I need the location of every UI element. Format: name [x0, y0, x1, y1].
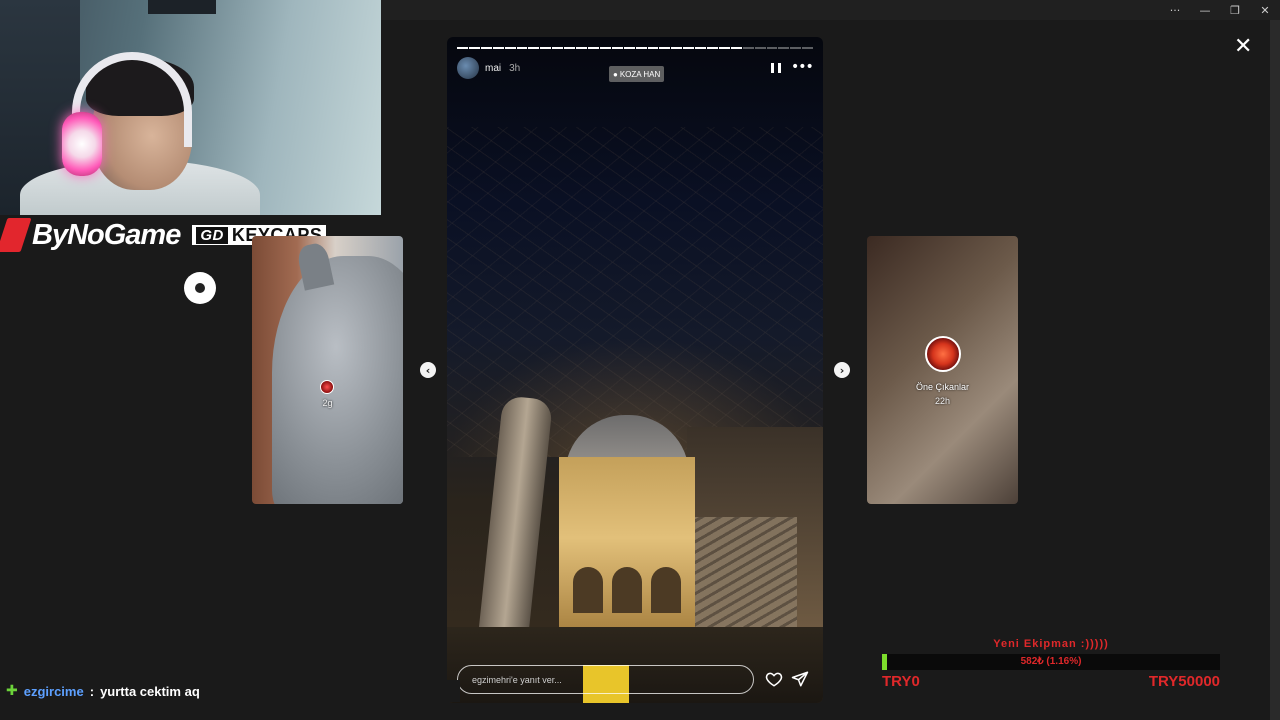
next-story-time: 22h	[934, 396, 951, 406]
chat-message: ✚ ezgircime : yurtta cektim aq	[0, 680, 460, 702]
bynogame-logo: ByNoGame	[0, 218, 181, 252]
bynogame-logo-text: ByNoGame	[32, 218, 181, 251]
progress-segment	[528, 47, 540, 49]
progress-segment	[492, 47, 504, 49]
progress-segment	[647, 47, 659, 49]
progress-segment	[480, 47, 492, 49]
story-header: mai 3h	[457, 57, 520, 79]
webcam-poster	[148, 0, 216, 14]
progress-segment	[754, 47, 766, 49]
progress-segment	[576, 47, 587, 49]
progress-segment	[552, 47, 564, 49]
record-dot-icon	[195, 283, 205, 293]
story-avatar[interactable]	[457, 57, 479, 79]
chevron-right-icon[interactable]: ›	[834, 362, 850, 378]
close-icon[interactable]: ✕	[1234, 34, 1252, 59]
story-time: 3h	[509, 62, 521, 74]
chat-separator: :	[89, 683, 95, 699]
progress-segment	[766, 47, 778, 49]
location-pin-icon: ●	[613, 69, 618, 79]
progress-segment	[659, 47, 671, 49]
progress-segment	[742, 47, 754, 49]
webcam-feed	[0, 0, 381, 215]
progress-segment	[504, 47, 516, 49]
goal-range: TRY0 TRY50000	[882, 673, 1220, 690]
progress-segment	[635, 47, 647, 49]
small-mosque	[559, 457, 695, 637]
chat-badge-icon: ✚	[6, 683, 18, 699]
minimize-button[interactable]: —	[1190, 0, 1220, 20]
overlay-circle-badge	[184, 272, 216, 304]
prev-story-time: 2g	[322, 398, 333, 408]
progress-segment	[516, 47, 528, 49]
progress-segment	[683, 47, 695, 49]
arch	[651, 567, 681, 613]
chat-text: yurtta cektim aq	[100, 683, 200, 699]
chat-username: ezgircime	[23, 683, 84, 699]
progress-segment	[730, 47, 742, 49]
more-icon[interactable]: •••	[791, 59, 814, 75]
progress-segment	[695, 47, 707, 49]
keycaps-logo-mark: GD	[196, 226, 228, 244]
progress-segment	[790, 47, 802, 49]
story-progress	[457, 47, 814, 49]
goal-title: Yeni Ekipman :)))))	[993, 638, 1109, 650]
progress-segment	[802, 47, 814, 49]
window-menu-button[interactable]: ···	[1160, 0, 1190, 20]
story-content[interactable]: mai 3h ● KOZA HAN •••	[447, 37, 823, 703]
window-close-button[interactable]: ✕	[1250, 0, 1280, 20]
restore-button[interactable]: ❐	[1220, 0, 1250, 20]
progress-segment	[611, 47, 623, 49]
progress-segment	[718, 47, 730, 49]
goal-progress-bar: 582₺ (1.16%)	[882, 654, 1220, 670]
progress-segment	[623, 47, 635, 49]
progress-segment	[707, 47, 718, 49]
arch	[612, 567, 642, 613]
arch	[573, 567, 603, 613]
progress-segment	[599, 47, 611, 49]
stairs	[687, 517, 797, 627]
story-username[interactable]: mai	[485, 63, 501, 74]
prev-story-avatar	[320, 380, 334, 394]
pause-icon[interactable]	[771, 63, 781, 75]
chevron-left-icon[interactable]: ‹	[420, 362, 436, 378]
cat-photo	[272, 256, 403, 504]
goal-progress-text: 582₺ (1.16%)	[1020, 656, 1082, 667]
goal-min: TRY0	[882, 673, 920, 690]
window-titlebar: ··· — ❐ ✕	[381, 0, 1280, 20]
next-story-avatar	[924, 336, 961, 372]
send-icon[interactable]	[791, 670, 809, 688]
window-controls: ··· — ❐ ✕	[1160, 0, 1280, 20]
next-story-card[interactable]: Öne Çıkanlar 22h	[867, 236, 1018, 504]
progress-segment	[778, 47, 790, 49]
scrollbar[interactable]	[1270, 20, 1280, 720]
progress-segment	[564, 47, 576, 49]
location-name: KOZA HAN	[619, 69, 661, 79]
heart-icon[interactable]	[765, 670, 783, 688]
next-story-name: Öne Çıkanlar	[915, 382, 970, 392]
progress-segment	[468, 47, 480, 49]
progress-segment	[587, 47, 599, 49]
bynogame-logo-mark	[0, 218, 32, 252]
donation-goal: Yeni Ekipman :))))) 582₺ (1.16%) TRY0 TR…	[882, 638, 1220, 690]
reply-input[interactable]	[457, 665, 754, 694]
progress-segment	[457, 47, 468, 49]
location-sticker[interactable]: ● KOZA HAN	[609, 66, 665, 82]
progress-segment	[540, 47, 552, 49]
headphone-earcup	[62, 112, 102, 176]
goal-max: TRY50000	[1148, 673, 1220, 690]
prev-story-card[interactable]: 2g	[252, 236, 403, 504]
progress-segment	[671, 47, 683, 49]
